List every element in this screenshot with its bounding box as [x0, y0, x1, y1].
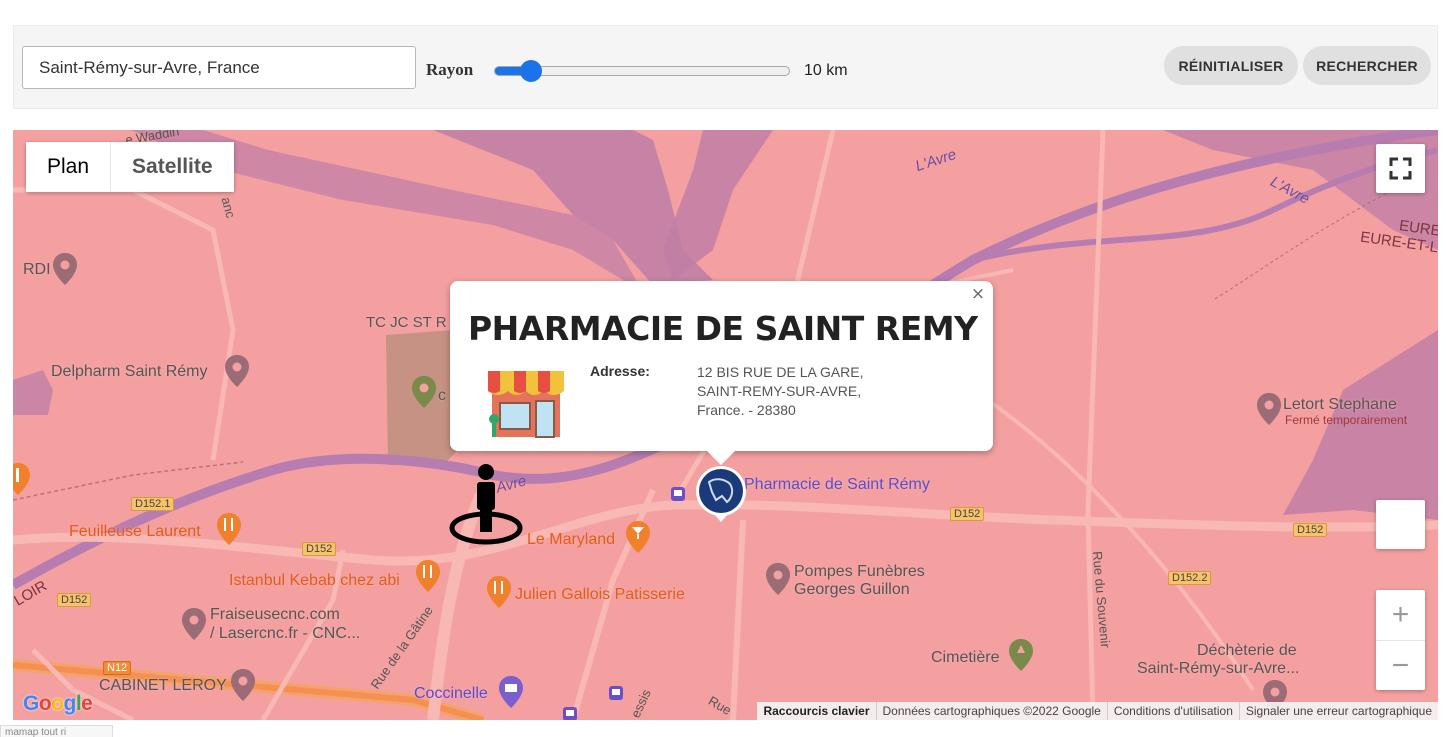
place-pin-icon[interactable] [765, 562, 791, 596]
map-type-satellite-button[interactable]: Satellite [110, 142, 234, 192]
radius-value: 10 km [804, 62, 848, 79]
restaurant-pin-icon[interactable] [486, 575, 512, 609]
pharmacy-info-window: × PHARMACIE DE SAINT REMY Adresse: 12 BI… [450, 281, 993, 465]
place-pin-icon[interactable] [230, 668, 256, 702]
map-label-rdi: RDI [23, 261, 51, 278]
road-shield-d152: D152 [57, 593, 92, 607]
bus-stop-icon[interactable] [670, 486, 686, 502]
park-pin-icon[interactable] [411, 375, 437, 409]
map-label-julien: Julien Gallois Patisserie [515, 586, 685, 603]
search-button[interactable]: RECHERCHER [1303, 46, 1431, 85]
radius-slider-thumb[interactable] [520, 60, 542, 82]
address-label: Adresse: [590, 363, 650, 379]
map-attribution: Raccourcis clavier Données cartographiqu… [757, 702, 1438, 720]
zoom-control: + − [1376, 590, 1425, 690]
place-pin-icon[interactable] [181, 607, 207, 641]
map-type-control: Plan Satellite [26, 142, 234, 192]
keyboard-shortcuts-link[interactable]: Raccourcis clavier [757, 702, 875, 720]
road-shield-d152: D152 [302, 542, 337, 556]
map-label-istanbul: Istanbul Kebab chez abi [229, 572, 400, 589]
google-logo[interactable]: Google [23, 692, 93, 716]
road-shield-d152-1: D152.1 [131, 497, 175, 511]
pharmacy-marker-icon[interactable] [694, 464, 748, 524]
bottom-tab[interactable]: mamap tout ri [0, 725, 113, 737]
road-shield-n12: N12 [103, 661, 132, 675]
reset-button[interactable]: RÉINITIALISER [1164, 46, 1298, 85]
zoom-in-button[interactable]: + [1376, 590, 1425, 640]
road-shield-d152-2: D152.2 [1168, 571, 1212, 585]
place-pin-icon[interactable] [1256, 392, 1282, 426]
map-label-coccinelle: Coccinelle [414, 685, 488, 702]
shopping-pin-icon[interactable] [498, 675, 524, 709]
store-icon [488, 371, 564, 438]
pharmacy-title: PHARMACIE DE SAINT REMY [468, 309, 978, 348]
restaurant-pin-icon[interactable] [216, 512, 242, 546]
bar-pin-icon[interactable] [625, 520, 651, 554]
bus-stop-icon[interactable] [608, 685, 624, 701]
map-label-maryland: Le Maryland [527, 531, 616, 548]
map-label-fraiseuse-1: Fraiseusecnc.com [210, 606, 340, 623]
map-label-tc-jc: TC JC ST R [366, 314, 447, 331]
place-pin-icon[interactable] [224, 354, 250, 388]
map-label-letort: Letort Stephane [1283, 396, 1397, 413]
map-label-fraiseuse-2: / Lasercnc.fr - CNC... [210, 625, 361, 642]
map-label-c-cut: c [438, 387, 446, 404]
street-view-pegman[interactable] [1376, 500, 1425, 549]
map-label-delpharm: Delpharm Saint Rémy [51, 363, 208, 380]
search-toolbar: Rayon 10 km RÉINITIALISER RECHERCHER [13, 25, 1438, 109]
road-shield-d152: D152 [950, 507, 985, 521]
map-label-pompes-1: Pompes Funèbres [794, 563, 925, 580]
map-label-decheterie-1: Déchèterie de [1197, 642, 1297, 659]
terms-link[interactable]: Conditions d'utilisation [1106, 702, 1239, 720]
bus-stop-icon[interactable] [562, 706, 578, 720]
map-type-plan-button[interactable]: Plan [26, 142, 111, 192]
restaurant-pin-icon[interactable] [13, 462, 31, 496]
map-label-pharmacie: Pharmacie de Saint Rémy [744, 476, 930, 493]
fullscreen-icon [1389, 157, 1412, 180]
restaurant-pin-icon[interactable] [415, 559, 441, 593]
map-label-feuilleuse: Feuilleuse Laurent [69, 523, 201, 540]
map-label-decheterie-2: Saint-Rémy-sur-Avre... [1137, 660, 1300, 677]
map-label-cimetiere: Cimetière [931, 649, 1000, 666]
map-canvas[interactable]: RDI Delpharm Saint Rémy TC JC ST R c Let… [13, 130, 1438, 720]
map-label-pompes-2: Georges Guillon [794, 581, 910, 598]
map-label-letort-status: Fermé temporairement [1285, 413, 1408, 427]
address-text: 12 BIS RUE DE LA GARE, SAINT-REMY-SUR-AV… [697, 364, 864, 418]
zoom-out-button[interactable]: − [1376, 640, 1425, 690]
radius-label: Rayon [426, 60, 474, 79]
cemetery-pin-icon[interactable] [1008, 638, 1034, 672]
report-error-link[interactable]: Signaler une erreur cartographique [1238, 702, 1438, 720]
road-shield-d152: D152 [1293, 523, 1328, 537]
fullscreen-button[interactable] [1376, 144, 1425, 193]
place-pin-icon[interactable] [52, 252, 78, 286]
address-input[interactable] [22, 46, 416, 89]
user-location-icon[interactable] [448, 460, 524, 546]
map-label-cabinet: CABINET LEROY [99, 677, 227, 694]
close-icon[interactable]: × [967, 283, 989, 305]
map-data-credit: Données cartographiques ©2022 Google [875, 702, 1107, 720]
